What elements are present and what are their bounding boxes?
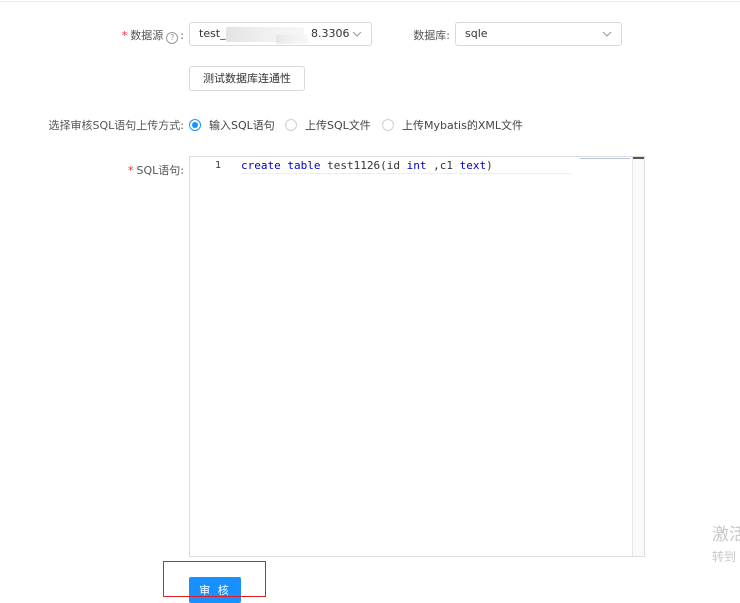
radio-input-sql[interactable]: 输入SQL语句 xyxy=(189,117,275,133)
sql-keyword: text xyxy=(459,159,487,172)
scrollbar-thumb[interactable] xyxy=(633,157,644,159)
sql-keyword: int xyxy=(406,159,427,172)
database-value: sqle xyxy=(465,27,488,40)
datasource-value-suffix: 8.3306 xyxy=(311,27,350,40)
radio-label: 上传SQL文件 xyxy=(305,119,371,132)
sql-punct: ) xyxy=(486,159,493,172)
audit-button[interactable]: 审 核 xyxy=(189,577,241,603)
radio-circle[interactable] xyxy=(285,119,297,131)
redacted-mask xyxy=(276,35,308,44)
datasource-label: * 数据源?: xyxy=(121,29,184,44)
datasource-select[interactable]: test_ 8.3306 xyxy=(189,22,372,46)
activation-watermark-sub: 转到 xyxy=(712,550,737,564)
required-marker: * xyxy=(121,29,128,42)
sql-editor[interactable]: 1 create table test1126(id int ,c1 text) xyxy=(189,156,645,557)
datasource-label-text: 数据源 xyxy=(130,29,164,42)
chevron-down-icon xyxy=(352,31,362,37)
radio-label: 上传Mybatis的XML文件 xyxy=(402,119,523,132)
datasource-value-prefix: test_ xyxy=(199,27,226,40)
radio-upload-sql-file[interactable]: 上传SQL文件 xyxy=(285,117,371,133)
top-divider xyxy=(0,1,740,2)
radio-circle-checked[interactable] xyxy=(189,119,201,131)
sql-keyword: create xyxy=(241,159,281,172)
chevron-down-icon xyxy=(602,31,612,37)
radio-circle[interactable] xyxy=(382,119,394,131)
database-label: 数据库: xyxy=(413,29,450,42)
activation-watermark: 激活 xyxy=(712,525,740,545)
test-connection-button[interactable]: 测试数据库连通性 xyxy=(189,66,305,91)
sql-label-text: SQL语句: xyxy=(136,164,184,177)
sql-keyword: table xyxy=(287,159,321,172)
radio-upload-mybatis-xml[interactable]: 上传Mybatis的XML文件 xyxy=(382,117,523,133)
code-line[interactable]: create table test1126(id int ,c1 text) xyxy=(241,159,571,174)
database-select[interactable]: sqle xyxy=(455,22,622,46)
minimap[interactable] xyxy=(580,157,630,160)
question-circle-icon[interactable]: ? xyxy=(166,32,179,44)
sql-label: * SQL语句: xyxy=(128,162,184,178)
radio-label: 输入SQL语句 xyxy=(209,119,275,132)
line-number: 1 xyxy=(215,160,222,171)
sql-identifier: ,c1 xyxy=(433,159,453,172)
required-marker: * xyxy=(128,164,134,177)
upload-mode-label: 选择审核SQL语句上传方式: xyxy=(48,119,184,132)
editor-scrollbar[interactable] xyxy=(632,157,644,556)
sql-identifier: test1126(id xyxy=(327,159,400,172)
